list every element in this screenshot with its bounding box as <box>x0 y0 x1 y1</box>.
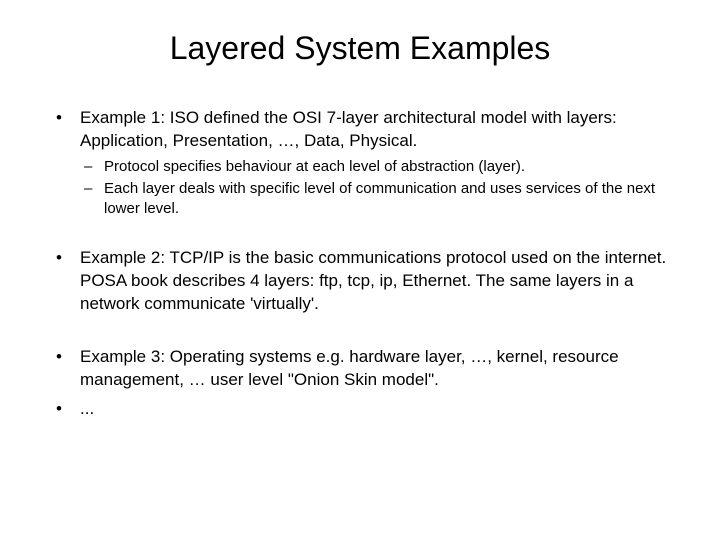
bullet-text: ... <box>80 398 670 421</box>
bullet-example-2: • Example 2: TCP/IP is the basic communi… <box>50 247 670 316</box>
sub-bullet-text: Each layer deals with specific level of … <box>104 179 670 218</box>
bullet-marker: • <box>50 247 80 316</box>
bullet-marker: • <box>50 107 80 153</box>
bullet-text: Example 2: TCP/IP is the basic communica… <box>80 247 670 316</box>
bullet-text: Example 1: ISO defined the OSI 7-layer a… <box>80 107 670 153</box>
sub-bullet-protocol: – Protocol specifies behaviour at each l… <box>80 157 670 177</box>
bullet-marker: • <box>50 346 80 392</box>
bullet-example-3: • Example 3: Operating systems e.g. hard… <box>50 346 670 392</box>
bullet-text: Example 3: Operating systems e.g. hardwa… <box>80 346 670 392</box>
bullet-marker: • <box>50 398 80 421</box>
sub-bullet-marker: – <box>80 157 104 177</box>
sub-bullet-text: Protocol specifies behaviour at each lev… <box>104 157 670 177</box>
bullet-ellipsis: • ... <box>50 398 670 421</box>
sub-bullet-each-layer: – Each layer deals with specific level o… <box>80 179 670 218</box>
slide-title: Layered System Examples <box>50 30 670 67</box>
sub-bullet-marker: – <box>80 179 104 218</box>
bullet-example-1: • Example 1: ISO defined the OSI 7-layer… <box>50 107 670 153</box>
